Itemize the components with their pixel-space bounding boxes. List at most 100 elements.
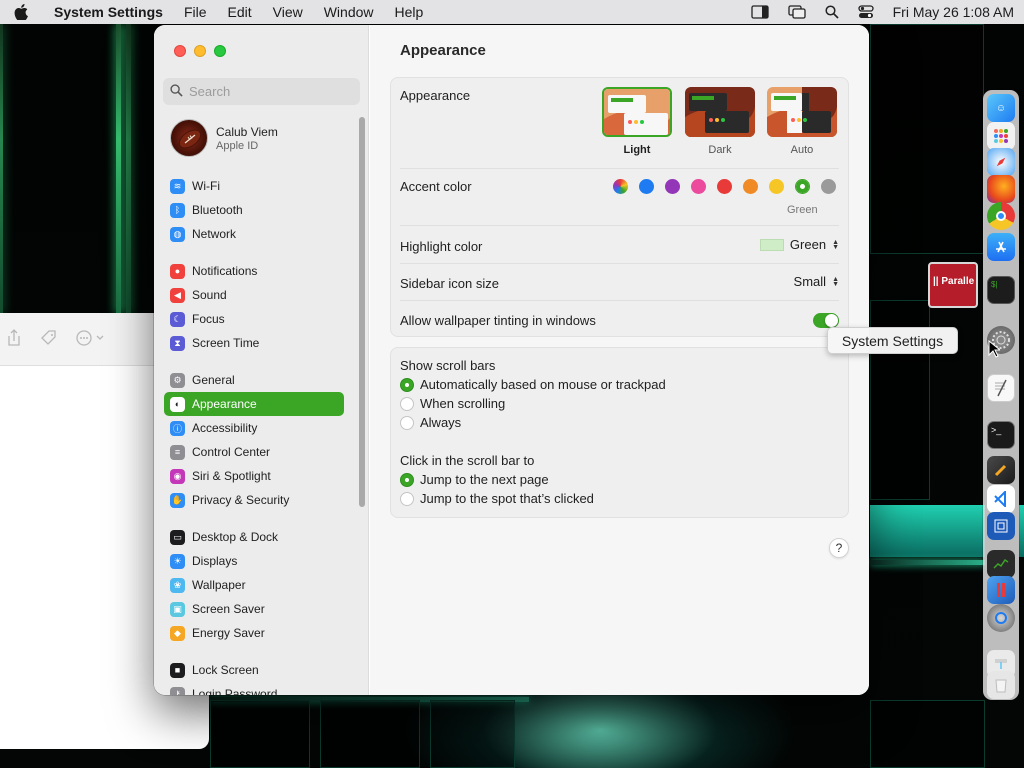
- sidebar-item-label: Network: [192, 227, 237, 241]
- sidebar-item-control-center[interactable]: ≡ Control Center: [164, 440, 344, 464]
- menu-bar: System Settings File Edit View Window He…: [0, 0, 1024, 24]
- network-utility-icon[interactable]: [987, 512, 1015, 540]
- scroll-auto-option[interactable]: Automatically based on mouse or trackpad: [400, 377, 666, 392]
- accent-swatch[interactable]: [717, 179, 732, 194]
- accent-swatch[interactable]: [613, 179, 628, 194]
- sidebar-item-sound[interactable]: ◀ Sound: [164, 283, 344, 307]
- sidebar-item-wi-fi[interactable]: ≋ Wi-Fi: [164, 174, 344, 198]
- appearance-light-option[interactable]: [602, 87, 672, 137]
- accent-swatch[interactable]: [665, 179, 680, 194]
- appearance-auto-option[interactable]: [767, 87, 837, 137]
- close-window-button[interactable]: [174, 45, 186, 57]
- accent-swatch[interactable]: [769, 179, 784, 194]
- menu-edit[interactable]: Edit: [228, 4, 252, 20]
- sidebar-toggle-icon[interactable]: [750, 5, 769, 19]
- spotlight-search-icon[interactable]: [825, 5, 839, 19]
- appearance-dark-option[interactable]: [685, 87, 755, 137]
- sidebar-item-focus[interactable]: ☾ Focus: [164, 307, 344, 331]
- control-center-icon[interactable]: [857, 5, 874, 19]
- divider: [400, 263, 839, 264]
- accent-swatch[interactable]: [821, 179, 836, 194]
- share-icon[interactable]: [6, 328, 22, 350]
- sidebar-item-screen-saver[interactable]: ▣ Screen Saver: [164, 597, 344, 621]
- scroll-bar-settings-card: Show scroll bars Automatically based on …: [390, 347, 849, 518]
- sidebar-item-notifications[interactable]: ● Notifications: [164, 259, 344, 283]
- sidebar-scrollbar[interactable]: [359, 117, 365, 507]
- sidebar-item-screen-time[interactable]: ⧗ Screen Time: [164, 331, 344, 355]
- menu-file[interactable]: File: [184, 4, 207, 20]
- scroll-when-scrolling-option[interactable]: When scrolling: [400, 396, 505, 411]
- menu-help[interactable]: Help: [395, 4, 424, 20]
- radio-button[interactable]: [400, 377, 414, 392]
- sidebar-item-displays[interactable]: ☀ Displays: [164, 549, 344, 573]
- wallpaper-tinting-toggle[interactable]: [813, 313, 839, 328]
- accessibility-icon: ⓘ: [170, 420, 185, 436]
- sidebar-item-accessibility[interactable]: ⓘ Accessibility: [164, 416, 344, 440]
- menubar-clock[interactable]: Fri May 26 1:08 AM: [893, 4, 1014, 20]
- brush-app-icon[interactable]: [987, 456, 1015, 484]
- disk-utility-icon[interactable]: [987, 604, 1015, 632]
- page-title: Appearance: [400, 42, 486, 59]
- terminal-icon[interactable]: >_: [987, 421, 1015, 449]
- parallels-icon[interactable]: [987, 576, 1015, 604]
- click-spot-option[interactable]: Jump to the spot that’s clicked: [400, 491, 594, 506]
- accent-swatch[interactable]: [795, 179, 810, 194]
- finder-icon[interactable]: ☺: [987, 94, 1015, 122]
- sidebar-item-siri-spotlight[interactable]: ◉ Siri & Spotlight: [164, 464, 344, 488]
- sidebar-icon-size-value: Small: [793, 274, 827, 289]
- scroll-always-option[interactable]: Always: [400, 415, 461, 430]
- activity-monitor-icon[interactable]: $|: [987, 276, 1015, 304]
- chrome-icon[interactable]: [987, 202, 1015, 230]
- radio-button[interactable]: [400, 415, 414, 430]
- app-store-icon[interactable]: [987, 233, 1015, 261]
- wallpaper-tile: [320, 700, 420, 768]
- menu-app-name[interactable]: System Settings: [54, 4, 163, 20]
- radio-button[interactable]: [400, 472, 414, 487]
- sidebar-item-general[interactable]: ⚙ General: [164, 368, 344, 392]
- accent-swatch[interactable]: [639, 179, 654, 194]
- hourglass-icon: ⧗: [170, 335, 185, 351]
- search-input[interactable]: Search: [163, 78, 360, 105]
- sidebar-item-energy-saver[interactable]: ◆ Energy Saver: [164, 621, 344, 645]
- textedit-icon[interactable]: [987, 374, 1015, 402]
- sidebar-item-lock-screen[interactable]: ■ Lock Screen: [164, 658, 344, 682]
- help-button[interactable]: ?: [829, 538, 849, 558]
- accent-swatch[interactable]: [743, 179, 758, 194]
- apple-id-account[interactable]: Calub Viem Apple ID: [170, 119, 278, 157]
- highlight-color-popup[interactable]: Green ▲ ▼: [759, 237, 839, 252]
- sidebar-item-desktop-dock[interactable]: ▭ Desktop & Dock: [164, 525, 344, 549]
- activity-graph-icon[interactable]: [987, 550, 1015, 578]
- stepper-icon: ▲ ▼: [832, 238, 839, 251]
- sidebar-item-network[interactable]: ◍ Network: [164, 222, 344, 246]
- sidebar-item-bluetooth[interactable]: ᛒ Bluetooth: [164, 198, 344, 222]
- accent-swatch[interactable]: [691, 179, 706, 194]
- more-actions-icon[interactable]: [76, 329, 106, 349]
- vscode-icon[interactable]: [987, 485, 1015, 513]
- apple-logo-icon[interactable]: [14, 4, 38, 20]
- zoom-window-button[interactable]: [214, 45, 226, 57]
- screen-mirroring-icon[interactable]: [787, 5, 806, 19]
- sidebar-item-login-password[interactable]: ⚷ Login Password: [164, 682, 344, 695]
- trash-icon[interactable]: [987, 671, 1015, 699]
- safari-icon[interactable]: [987, 148, 1015, 176]
- radio-button[interactable]: [400, 491, 414, 506]
- radio-button[interactable]: [400, 396, 414, 411]
- minimize-window-button[interactable]: [194, 45, 206, 57]
- sidebar-item-privacy-security[interactable]: ✋ Privacy & Security: [164, 488, 344, 512]
- sidebar-item-wallpaper[interactable]: ❀ Wallpaper: [164, 573, 344, 597]
- key-icon: ⚷: [170, 686, 185, 695]
- menu-window[interactable]: Window: [324, 4, 374, 20]
- launchpad-icon[interactable]: [987, 122, 1015, 150]
- flower-icon: ❀: [170, 577, 185, 593]
- sidebar-item-appearance[interactable]: ◐ Appearance: [164, 392, 344, 416]
- sidebar-icon-size-popup[interactable]: Small ▲ ▼: [794, 274, 839, 289]
- sidebar-group: ● Notifications ◀ Sound ☾ Focus ⧗ Screen Time: [164, 259, 344, 355]
- highlight-color-value: Green: [789, 237, 827, 252]
- parallels-thumbnail[interactable]: || Paralle: [928, 262, 978, 308]
- avatar: [170, 119, 208, 157]
- tag-icon[interactable]: [40, 329, 58, 350]
- click-next-page-option[interactable]: Jump to the next page: [400, 472, 549, 487]
- menu-view[interactable]: View: [273, 4, 303, 20]
- firefox-icon[interactable]: [987, 175, 1015, 203]
- sidebar-item-label: Bluetooth: [192, 203, 243, 217]
